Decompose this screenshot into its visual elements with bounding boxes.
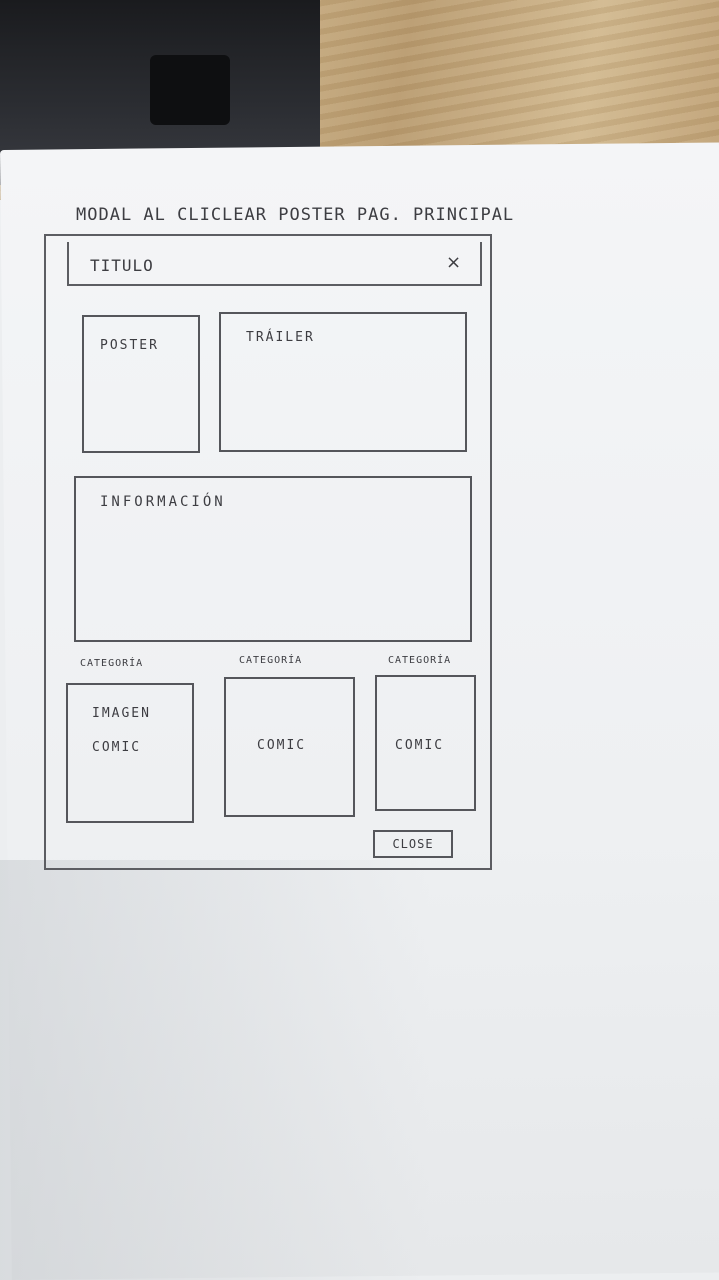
- page-heading: MODAL AL CLICLEAR POSTER PAG. PRINCIPAL: [76, 205, 515, 225]
- comic-category-label: CATEGORÍA: [388, 655, 452, 666]
- comic-category-label: CATEGORÍA: [239, 655, 303, 666]
- comic-label: COMIC: [395, 738, 445, 753]
- modal-header-divider: [67, 284, 481, 286]
- trailer-label: TRÁILER: [246, 330, 315, 345]
- modal-title: TITULO: [90, 256, 154, 275]
- comic-category-label: CATEGORÍA: [80, 658, 144, 669]
- poster-placeholder[interactable]: [82, 315, 200, 453]
- information-label: INFORMACIÓN: [100, 494, 226, 510]
- paper-shadow: [0, 860, 719, 1280]
- modal-header-left-edge: [67, 242, 69, 286]
- close-icon[interactable]: ×: [446, 252, 461, 273]
- comic-label: COMIC: [257, 738, 307, 753]
- poster-label: POSTER: [100, 338, 159, 353]
- modal-header-right-edge: [480, 242, 482, 286]
- close-button[interactable]: CLOSE: [373, 830, 453, 858]
- comic-label: COMIC: [92, 740, 142, 755]
- comic-image-label: IMAGEN: [92, 706, 151, 721]
